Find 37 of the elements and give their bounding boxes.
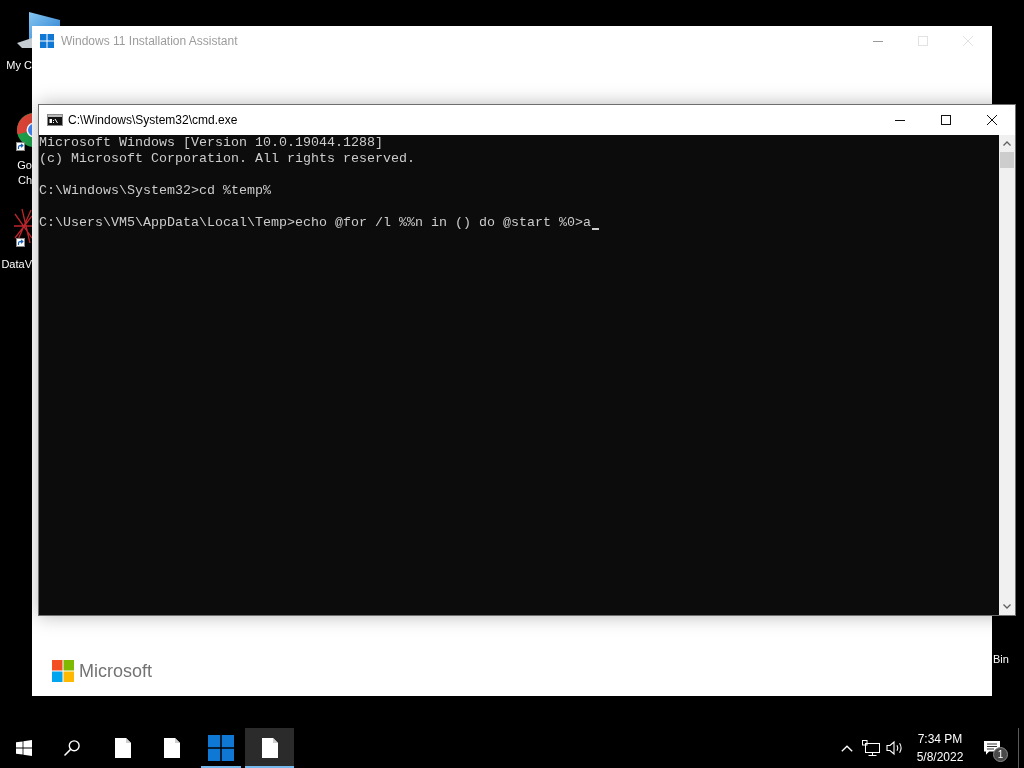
notification-count-badge: 1 [993,747,1008,762]
minimize-icon [872,40,883,42]
close-icon [962,36,973,46]
close-icon [987,115,997,125]
clock-time[interactable]: 7:34 PM [917,730,963,748]
brand-name: Microsoft [79,660,152,682]
maximize-icon [917,36,928,46]
chevron-up-icon [841,744,853,752]
chevron-up-icon [1003,141,1011,146]
notifications-button[interactable]: 1 [973,728,1011,768]
document-icon [261,738,278,758]
scroll-thumb[interactable] [1000,152,1014,168]
windows-logo-icon [16,740,32,756]
logo-icon [52,660,74,682]
console-line: Microsoft Windows [Version 10.0.19044.1288] [39,135,383,151]
taskbar-app-button[interactable] [245,728,294,768]
console-line: C:\Users\VM5\AppData\Local\Temp>echo @for /l %%n in () do @start %0>a [39,215,591,231]
desktop-icon-label[interactable]: Bin [993,652,1009,667]
maximize-icon [941,115,951,125]
windows-logo-icon [207,735,234,761]
desktop-icon-label[interactable]: My C [6,58,32,73]
desktop-icon-label[interactable]: Go Ch [17,158,32,188]
windows-logo-icon [40,34,54,48]
search-icon [64,740,80,756]
document-icon [163,738,180,758]
console-line: C:\Windows\System32>cd %temp% [39,183,271,199]
minimize-icon [895,119,905,121]
console-line: (c) Microsoft Corporation. All rights reserved. [39,151,415,167]
terminal-icon [47,114,63,126]
volume-icon[interactable] [886,740,904,756]
chevron-down-icon [1003,604,1011,609]
document-icon [114,738,131,758]
window-title: C:\Windows\System32\cmd.exe [68,113,238,127]
desktop-icon-label[interactable]: DataV [1,257,32,272]
network-icon[interactable] [862,740,880,756]
window-title: Windows 11 Installation Assistant [61,34,238,48]
clock-date[interactable]: 5/8/2022 [916,748,964,766]
